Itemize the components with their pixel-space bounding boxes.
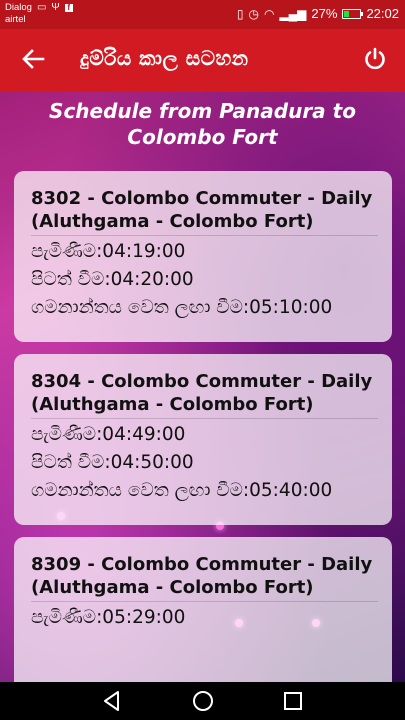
arrival-time: පැමිණීම:05:29:00: [31, 607, 186, 628]
train-title: 8302 - Colombo Commuter - Daily: [31, 188, 373, 209]
battery-percent: 27%: [311, 6, 338, 21]
navigation-bar: [0, 682, 405, 720]
app-bar: දුම්රිය කාල සටහන: [0, 29, 405, 92]
square-recent-icon[interactable]: [281, 689, 305, 713]
battery-icon: [342, 8, 364, 19]
wifi-icon: ◠: [263, 6, 275, 21]
facebook-icon: f: [64, 4, 73, 12]
arrow-left-icon[interactable]: [17, 43, 49, 75]
destination-arrival-time: ගමනාන්තය වෙත ලඟා වීම:05:10:00: [31, 297, 333, 318]
divider: [31, 235, 378, 236]
carrier-secondary: airtel: [5, 14, 26, 25]
departure-time: පිටත් වීම:04:50:00: [31, 452, 194, 473]
triangle-back-icon[interactable]: [100, 689, 124, 713]
power-icon[interactable]: [361, 45, 389, 73]
arrival-time: පැමිණීම:04:49:00: [31, 424, 186, 445]
schedule-content[interactable]: Schedule from Panadura to Colombo Fort 8…: [0, 92, 405, 682]
train-route: (Aluthgama - Colombo Fort): [31, 577, 314, 598]
app-title: දුම්රිය කාල සටහන: [80, 46, 249, 70]
alarm-icon: ◷: [248, 6, 259, 21]
train-title: 8309 - Colombo Commuter - Daily: [31, 554, 373, 575]
train-card[interactable]: 8304 - Colombo Commuter - Daily (Aluthga…: [14, 354, 392, 525]
carrier-info: Dialog ▭ Ψ f airtel: [5, 2, 73, 26]
system-indicators: ▯ ◷ ◠ ▂▄▆ 27% 22:02: [237, 6, 399, 21]
circle-home-icon[interactable]: [191, 689, 215, 713]
train-card[interactable]: 8302 - Colombo Commuter - Daily (Aluthga…: [14, 171, 392, 342]
usb-icon: Ψ: [51, 2, 60, 13]
status-bar: Dialog ▭ Ψ f airtel ▯ ◷ ◠ ▂▄▆ 27% 22:02: [0, 0, 405, 29]
divider: [31, 418, 378, 419]
train-route: (Aluthgama - Colombo Fort): [31, 211, 314, 232]
schedule-heading: Schedule from Panadura to Colombo Fort: [49, 99, 356, 149]
battery-level: [344, 10, 349, 17]
clock: 22:02: [366, 6, 399, 21]
carrier-primary: Dialog: [5, 2, 32, 13]
vibrate-icon: ▯: [236, 6, 244, 21]
cast-icon: ▭: [36, 2, 47, 13]
train-card[interactable]: 8309 - Colombo Commuter - Daily (Aluthga…: [14, 537, 392, 682]
signal-icon: ▂▄▆: [279, 6, 307, 21]
divider: [31, 601, 378, 602]
arrival-time: පැමිණීම:04:19:00: [31, 241, 186, 262]
train-route: (Aluthgama - Colombo Fort): [31, 394, 314, 415]
destination-arrival-time: ගමනාන්තය වෙත ලඟා වීම:05:40:00: [31, 480, 333, 501]
train-title: 8304 - Colombo Commuter - Daily: [31, 371, 373, 392]
departure-time: පිටත් වීම:04:20:00: [31, 269, 194, 290]
